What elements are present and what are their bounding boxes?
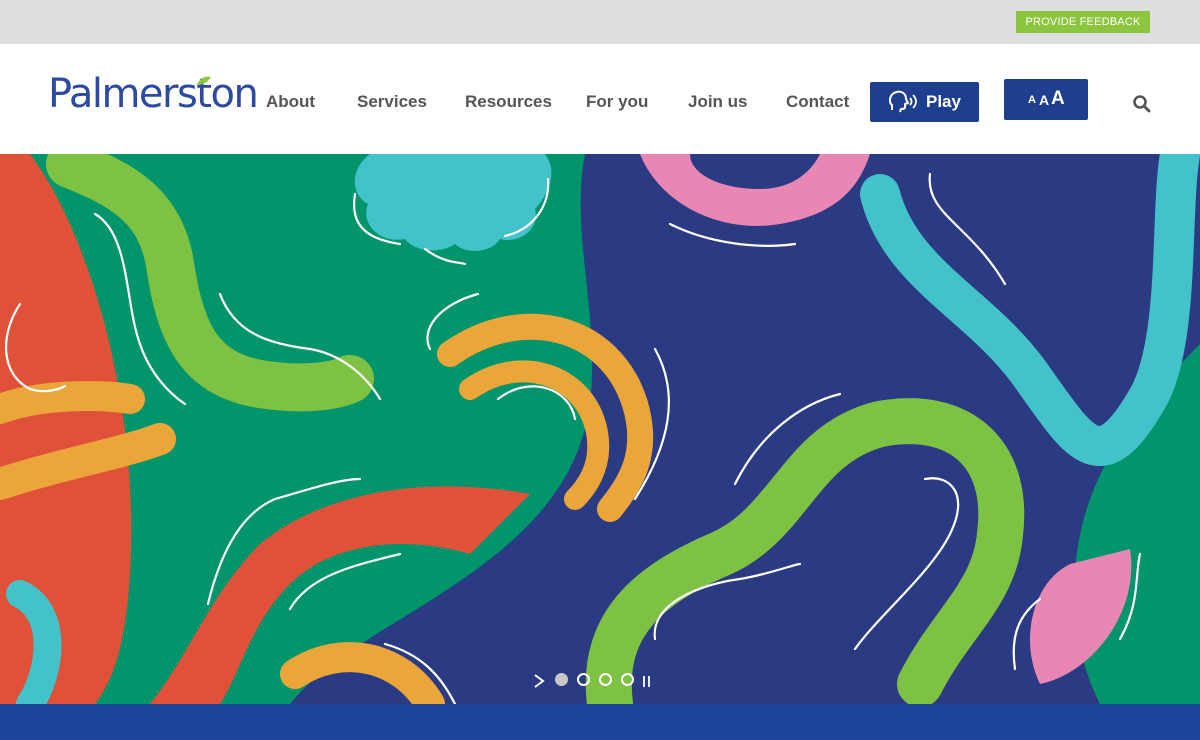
slide-dot-1[interactable]	[555, 673, 568, 686]
text-size-medium: A	[1039, 92, 1050, 108]
play-audio-button[interactable]: Play	[870, 82, 979, 122]
site-header: Palmerston About Services Resources For …	[0, 44, 1200, 154]
nav-about[interactable]: About	[266, 92, 315, 112]
nav-for-you[interactable]: For you	[586, 92, 648, 112]
bottom-band	[0, 704, 1200, 740]
play-label: Play	[926, 92, 961, 111]
hero-banner	[0, 154, 1200, 704]
slide-dot-3[interactable]	[599, 673, 612, 686]
slide-dot-4[interactable]	[621, 673, 634, 686]
text-size-small: A	[1028, 94, 1036, 106]
hero-artwork	[0, 154, 1200, 704]
logo-text: Palmerston	[48, 71, 259, 117]
nav-contact[interactable]: Contact	[786, 92, 849, 112]
pause-icon[interactable]	[641, 673, 653, 689]
nav-resources[interactable]: Resources	[465, 92, 552, 112]
text-size-button[interactable]: A A A	[1004, 79, 1088, 120]
next-slide-icon[interactable]	[532, 673, 546, 689]
logo-leaf-icon	[197, 76, 211, 85]
text-size-large: A	[1051, 88, 1065, 109]
search-icon[interactable]	[1132, 94, 1152, 114]
provide-feedback-button[interactable]: PROVIDE FEEDBACK	[1016, 11, 1150, 33]
slide-dot-2[interactable]	[577, 673, 590, 686]
top-utility-bar: PROVIDE FEEDBACK	[0, 0, 1200, 44]
nav-services[interactable]: Services	[357, 92, 427, 112]
speaking-head-icon	[888, 90, 917, 113]
nav-join-us[interactable]: Join us	[688, 92, 748, 112]
